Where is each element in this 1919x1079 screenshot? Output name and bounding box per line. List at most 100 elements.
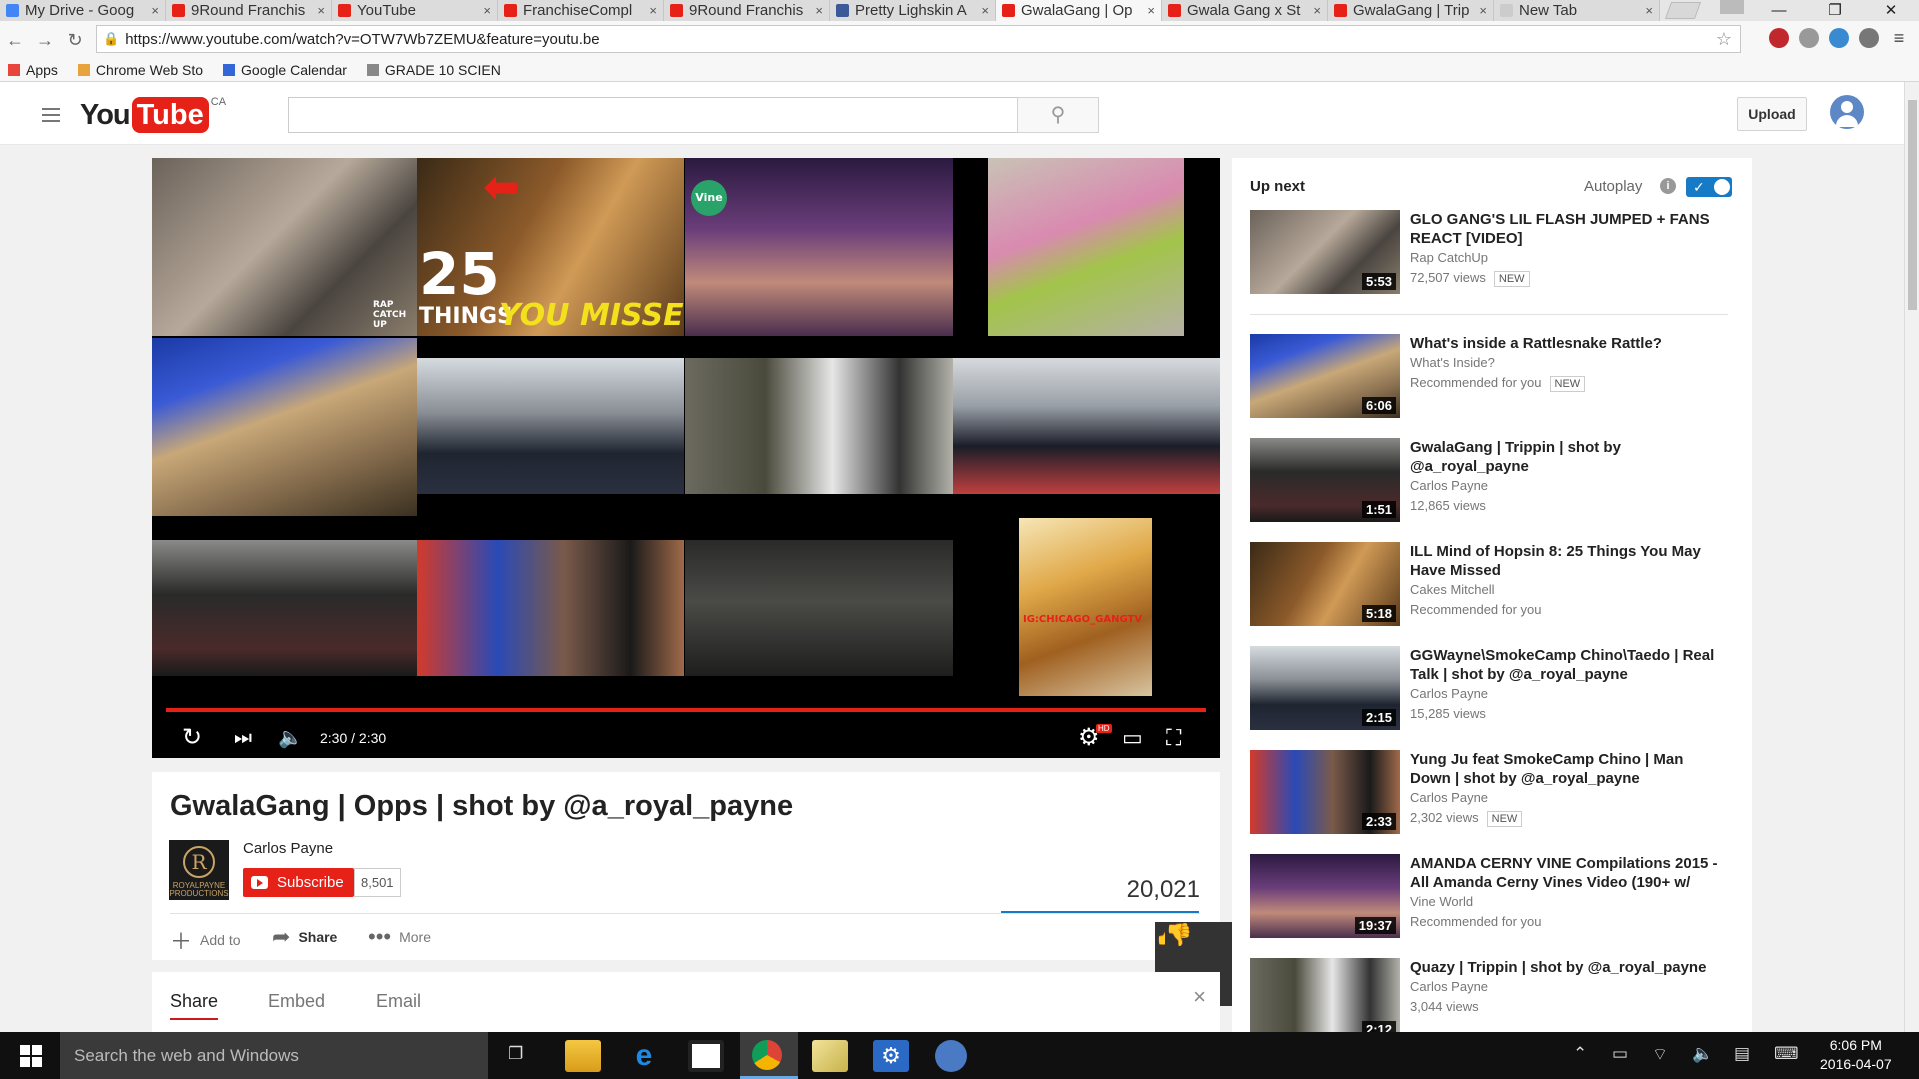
video-thumbnail[interactable]: 5:18 (1250, 542, 1400, 626)
suggested-video-title[interactable]: ILL Mind of Hopsin 8: 25 Things You May … (1410, 542, 1720, 580)
theater-mode-icon[interactable]: ▭ (1122, 718, 1143, 758)
suggested-video-title[interactable]: Yung Ju feat SmokeCamp Chino | Man Down … (1410, 750, 1720, 788)
video-player[interactable]: RAP CATCH UP 25 THINGS YOU MISSE ⬅ Vine … (152, 158, 1220, 758)
suggested-video[interactable]: 19:37 AMANDA CERNY VINE Compilations 2015… (1250, 854, 1730, 940)
new-tab-button[interactable] (1664, 2, 1702, 19)
chrome-icon[interactable] (752, 1040, 782, 1070)
volume-icon[interactable]: 🔈 (278, 718, 303, 758)
extension-shield-icon[interactable] (1769, 28, 1789, 48)
tab-close-icon[interactable]: × (151, 3, 159, 18)
fullscreen-icon[interactable]: ⛶ (1166, 718, 1181, 758)
reload-icon[interactable]: ↻ (60, 30, 90, 51)
tab-email[interactable]: Email (376, 991, 421, 1012)
bookmark-item[interactable]: Apps (8, 62, 58, 78)
taskbar-search[interactable]: Search the web and Windows (60, 1032, 488, 1079)
subscribe-button[interactable]: Subscribe (243, 868, 354, 897)
share-button[interactable]: ➦ Share (272, 924, 337, 950)
tray-chevron-icon[interactable]: ⌃ (1573, 1044, 1587, 1064)
video-thumbnail[interactable]: 2:15 (1250, 646, 1400, 730)
extension-cloud-icon[interactable] (1859, 28, 1879, 48)
browser-tab[interactable]: GwalaGang | Op × (996, 0, 1162, 21)
keyboard-icon[interactable]: ⌨ (1774, 1044, 1799, 1064)
minimize-icon[interactable]: — (1751, 0, 1807, 21)
back-icon[interactable]: ← (0, 30, 30, 51)
info-icon[interactable]: i (1660, 178, 1676, 194)
endscreen-tile[interactable]: Vine (685, 158, 953, 336)
browser-tab[interactable]: YouTube × (332, 0, 498, 21)
bookmark-item[interactable]: Chrome Web Sto (77, 62, 203, 78)
endscreen-tile[interactable] (417, 358, 684, 494)
task-view-icon[interactable]: ❐ (508, 1044, 523, 1064)
suggested-video[interactable]: 6:06 What's inside a Rattlesnake Rattle? W… (1250, 334, 1730, 420)
bookmark-item[interactable]: GRADE 10 SCIEN (366, 62, 501, 78)
suggested-video-title[interactable]: What's inside a Rattlesnake Rattle? (1410, 334, 1720, 353)
browser-tab[interactable]: 9Round Franchis × (166, 0, 332, 21)
video-progress-bar[interactable] (166, 708, 1206, 712)
file-explorer-icon[interactable] (565, 1040, 601, 1072)
settings-app-icon[interactable]: ⚙ (873, 1040, 909, 1072)
replay-icon[interactable]: ↻ (182, 718, 202, 758)
video-thumbnail[interactable]: 2:12 (1250, 958, 1400, 1032)
extension-puzzle-icon[interactable] (1829, 28, 1849, 48)
suggested-video[interactable]: 5:53 GLO GANG'S LIL FLASH JUMPED + FANS R… (1250, 210, 1730, 296)
browser-tab[interactable]: GwalaGang | Trip × (1328, 0, 1494, 21)
tab-share[interactable]: Share (170, 991, 219, 1020)
tab-close-icon[interactable]: × (1147, 3, 1155, 18)
search-input[interactable] (288, 97, 1099, 133)
suggested-video-title[interactable]: GLO GANG'S LIL FLASH JUMPED + FANS REACT… (1410, 210, 1720, 248)
search-icon[interactable]: ⚲ (1017, 97, 1099, 133)
account-avatar[interactable] (1830, 95, 1864, 129)
endscreen-tile[interactable] (152, 540, 417, 676)
browser-tab[interactable]: Gwala Gang x St × (1162, 0, 1328, 21)
speaker-icon[interactable]: 🔈 (1692, 1044, 1713, 1064)
extension-m-icon[interactable] (1799, 28, 1819, 48)
edge-browser-icon[interactable]: e (626, 1040, 662, 1072)
restore-icon[interactable]: ❐ (1807, 0, 1863, 21)
scrollbar-thumb[interactable] (1908, 100, 1917, 310)
video-thumbnail[interactable]: 1:51 (1250, 438, 1400, 522)
close-window-icon[interactable]: ✕ (1863, 0, 1919, 21)
suggested-video-title[interactable]: GGWayne\SmokeCamp Chino\Taedo | Real Tal… (1410, 646, 1720, 684)
tab-close-icon[interactable]: × (1479, 3, 1487, 18)
notifications-icon[interactable]: ▤ (1734, 1044, 1750, 1064)
suggested-video[interactable]: 2:33 Yung Ju feat SmokeCamp Chino | Man D… (1250, 750, 1730, 836)
tab-close-icon[interactable]: × (815, 3, 823, 18)
tab-close-icon[interactable]: × (483, 3, 491, 18)
endscreen-tile[interactable] (152, 338, 417, 516)
chrome-menu-icon[interactable]: ≡ (1889, 28, 1909, 48)
bookmark-star-icon[interactable]: ☆ (1716, 29, 1732, 50)
battery-icon[interactable]: ▭ (1612, 1044, 1628, 1064)
wifi-icon[interactable]: ⌔ (1652, 1044, 1668, 1065)
more-button[interactable]: ••• More (368, 924, 431, 950)
tab-close-icon[interactable]: × (649, 3, 657, 18)
autoplay-toggle[interactable] (1686, 177, 1732, 197)
endscreen-tile[interactable] (417, 540, 684, 676)
address-bar[interactable]: 🔒 https://www.youtube.com/watch?v=OTW7Wb… (96, 25, 1741, 53)
media-app-icon[interactable] (935, 1040, 967, 1072)
store-icon[interactable] (688, 1040, 724, 1072)
tab-close-icon[interactable]: × (981, 3, 989, 18)
guide-menu-icon[interactable] (42, 108, 60, 126)
upload-button[interactable]: Upload (1737, 97, 1807, 131)
windows-start-icon[interactable] (20, 1045, 42, 1067)
endscreen-tile[interactable]: RAP CATCH UP (152, 158, 417, 336)
endscreen-tile[interactable]: IG:CHICAGO_GANGTV (1019, 518, 1152, 696)
suggested-video[interactable]: 2:12 Quazy | Trippin | shot by @a_royal_p… (1250, 958, 1730, 1032)
channel-avatar[interactable]: R ROYALPAYNE PRODUCTIONS (169, 840, 229, 900)
browser-tab[interactable]: 9Round Franchis × (664, 0, 830, 21)
suggested-video[interactable]: 2:15 GGWayne\SmokeCamp Chino\Taedo | Real… (1250, 646, 1730, 732)
suggested-video-title[interactable]: AMANDA CERNY VINE Compilations 2015 - Al… (1410, 854, 1720, 892)
add-to-button[interactable]: ＋ Add to (170, 924, 241, 956)
endscreen-tile[interactable]: 25 THINGS YOU MISSE ⬅ (417, 158, 684, 336)
endscreen-tile[interactable] (685, 540, 953, 676)
video-thumbnail[interactable]: 2:33 (1250, 750, 1400, 834)
browser-tab[interactable]: My Drive - Goog × (0, 0, 166, 21)
forward-icon[interactable]: → (30, 30, 60, 51)
next-icon[interactable]: ⏭ (234, 718, 252, 758)
tab-close-icon[interactable]: × (1645, 3, 1653, 18)
tab-close-icon[interactable]: × (317, 3, 325, 18)
video-thumbnail[interactable]: 6:06 (1250, 334, 1400, 418)
page-scrollbar[interactable] (1904, 82, 1919, 1032)
browser-tab[interactable]: New Tab × (1494, 0, 1660, 21)
video-thumbnail[interactable]: 19:37 (1250, 854, 1400, 938)
